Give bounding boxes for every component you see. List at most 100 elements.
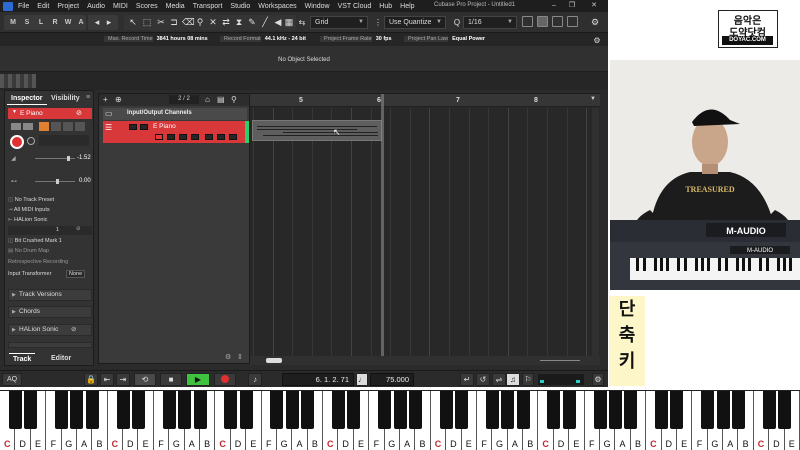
edit-instrument-icon[interactable]: ⊘ [71, 325, 76, 335]
close-icon[interactable]: ✕ [588, 1, 600, 10]
black-key[interactable] [239, 391, 253, 429]
play-tool-icon[interactable]: ◀ [273, 16, 283, 29]
project-cursor[interactable] [381, 94, 384, 356]
record-enable-button[interactable] [10, 135, 24, 149]
gear-icon[interactable]: ⚙ [592, 373, 604, 386]
menu-media[interactable]: Media [166, 3, 185, 10]
pan-slider-knob[interactable] [56, 179, 59, 184]
media-bay-icon[interactable] [522, 16, 533, 27]
left-zone-icon[interactable] [537, 16, 548, 27]
drum-map-row[interactable]: ▤ No Drum Map [8, 248, 92, 254]
volume-slider-knob[interactable] [67, 156, 70, 161]
snap-on-icon[interactable]: ⇆ [297, 16, 307, 29]
ruler-menu-icon[interactable]: ▼ [590, 96, 596, 102]
constrain-icon[interactable]: ◂ [92, 16, 102, 29]
menu-hub[interactable]: Hub [379, 3, 392, 10]
menu-vst-cloud[interactable]: VST Cloud [338, 3, 372, 10]
color-icon[interactable]: ▦ [284, 16, 294, 29]
black-key[interactable] [162, 391, 176, 429]
automation-mode-button[interactable]: A [76, 16, 86, 29]
line-icon[interactable]: ╱ [260, 16, 270, 29]
gear-icon[interactable]: ⚙ [590, 16, 600, 29]
position-display[interactable]: 6. 1. 2. 71 [282, 373, 354, 386]
quantize-snap-icon[interactable]: ⋮ [373, 16, 383, 29]
volume-value[interactable]: -1.52 [77, 155, 91, 161]
vertical-scrollbar[interactable] [592, 108, 599, 356]
black-key[interactable] [70, 391, 84, 429]
add-track-from-preset-icon[interactable]: ⊕ [115, 95, 122, 104]
info-record-format[interactable]: Record Format 44.1 kHz - 24 bit [220, 35, 310, 44]
black-key[interactable] [408, 391, 422, 429]
draw-icon[interactable]: ✎ [247, 16, 257, 29]
black-key[interactable] [501, 391, 515, 429]
black-key[interactable] [285, 391, 299, 429]
horizontal-scrollbar[interactable] [250, 356, 600, 365]
black-key[interactable] [762, 391, 776, 429]
menu-icon[interactable]: ≡ [86, 94, 90, 101]
zoom-icon[interactable]: ⚲ [195, 16, 205, 29]
tab-track[interactable]: Track [9, 353, 36, 365]
gear-icon[interactable]: ⚙ [225, 353, 231, 361]
black-key[interactable] [731, 391, 745, 429]
punch-in-icon[interactable]: ⇤ [100, 373, 114, 386]
black-key[interactable] [85, 391, 99, 429]
section-chords[interactable]: ▶ Chords [8, 306, 92, 318]
info-pan-law[interactable]: Project Pan Law Equal Power [404, 35, 489, 44]
black-key[interactable] [347, 391, 361, 429]
menu-scores[interactable]: Scores [136, 3, 158, 10]
pan-value[interactable]: 0.00 [79, 178, 91, 184]
black-key[interactable] [778, 391, 792, 429]
scroll-thumb[interactable] [266, 358, 282, 363]
quantize-icon[interactable]: Q [452, 16, 462, 29]
midi-part[interactable]: ↖ [252, 120, 382, 141]
pre-roll-icon[interactable]: ↵ [460, 373, 474, 386]
track-edit-button[interactable] [229, 134, 237, 140]
retrospective-record-row[interactable]: Retrospective Recording [8, 259, 92, 265]
menu-workspaces[interactable]: Workspaces [258, 3, 296, 10]
edit-instrument-icon[interactable]: ⊘ [76, 109, 82, 117]
black-key[interactable] [485, 391, 499, 429]
click-icon[interactable]: ♫ [506, 373, 520, 386]
quantize-type-dropdown[interactable]: Use Quantize ▼ [384, 16, 446, 29]
cycle-button[interactable]: ⟲ [134, 373, 156, 386]
menu-project[interactable]: Project [57, 3, 79, 10]
glue-icon[interactable]: ⊐ [169, 16, 179, 29]
track-loop-button[interactable] [179, 134, 187, 140]
solo-mode-button[interactable]: S [22, 16, 32, 29]
time-display-toggle[interactable]: ♪ [248, 373, 262, 386]
black-key[interactable] [393, 391, 407, 429]
restore-icon[interactable]: ❐ [566, 1, 578, 10]
output-row[interactable]: ⇤ HALion Sonic [8, 217, 92, 223]
section-halion-sonic[interactable]: ▶ HALion Sonic ⊘ [8, 324, 92, 336]
minimize-icon[interactable]: – [548, 1, 560, 10]
input-transformer-row[interactable]: Input Transformer None [8, 270, 92, 278]
black-key[interactable] [178, 391, 192, 429]
monitor-button[interactable] [39, 122, 49, 131]
menu-window[interactable]: Window [305, 3, 330, 10]
tab-visibility[interactable]: Visibility [47, 93, 84, 105]
audio-quality-button[interactable]: AQ [2, 373, 22, 386]
mute-tool-icon[interactable]: ✕ [208, 16, 218, 29]
menu-audio[interactable]: Audio [87, 3, 105, 10]
black-key[interactable] [716, 391, 730, 429]
black-key[interactable] [701, 391, 715, 429]
menu-help[interactable]: Help [400, 3, 414, 10]
retro-record-icon[interactable]: ↺ [476, 373, 490, 386]
channel-row[interactable]: 1 ⊘ [8, 226, 92, 235]
menu-edit[interactable]: Edit [37, 3, 49, 10]
black-key[interactable] [624, 391, 638, 429]
track-write-button[interactable] [217, 134, 225, 140]
black-key[interactable] [593, 391, 607, 429]
stop-button[interactable]: ■ [160, 373, 182, 386]
black-key[interactable] [8, 391, 22, 429]
constrain-off-icon[interactable]: ▸ [104, 16, 114, 29]
black-key[interactable] [516, 391, 530, 429]
menu-studio[interactable]: Studio [230, 3, 250, 10]
black-key[interactable] [193, 391, 207, 429]
lower-zone-icon[interactable] [552, 16, 563, 27]
right-zone-icon[interactable] [567, 16, 578, 27]
monitor-icon[interactable] [27, 137, 35, 145]
track-mute-button[interactable] [129, 124, 137, 130]
overview-stripes[interactable] [0, 74, 36, 88]
track-record-button[interactable] [155, 134, 163, 140]
